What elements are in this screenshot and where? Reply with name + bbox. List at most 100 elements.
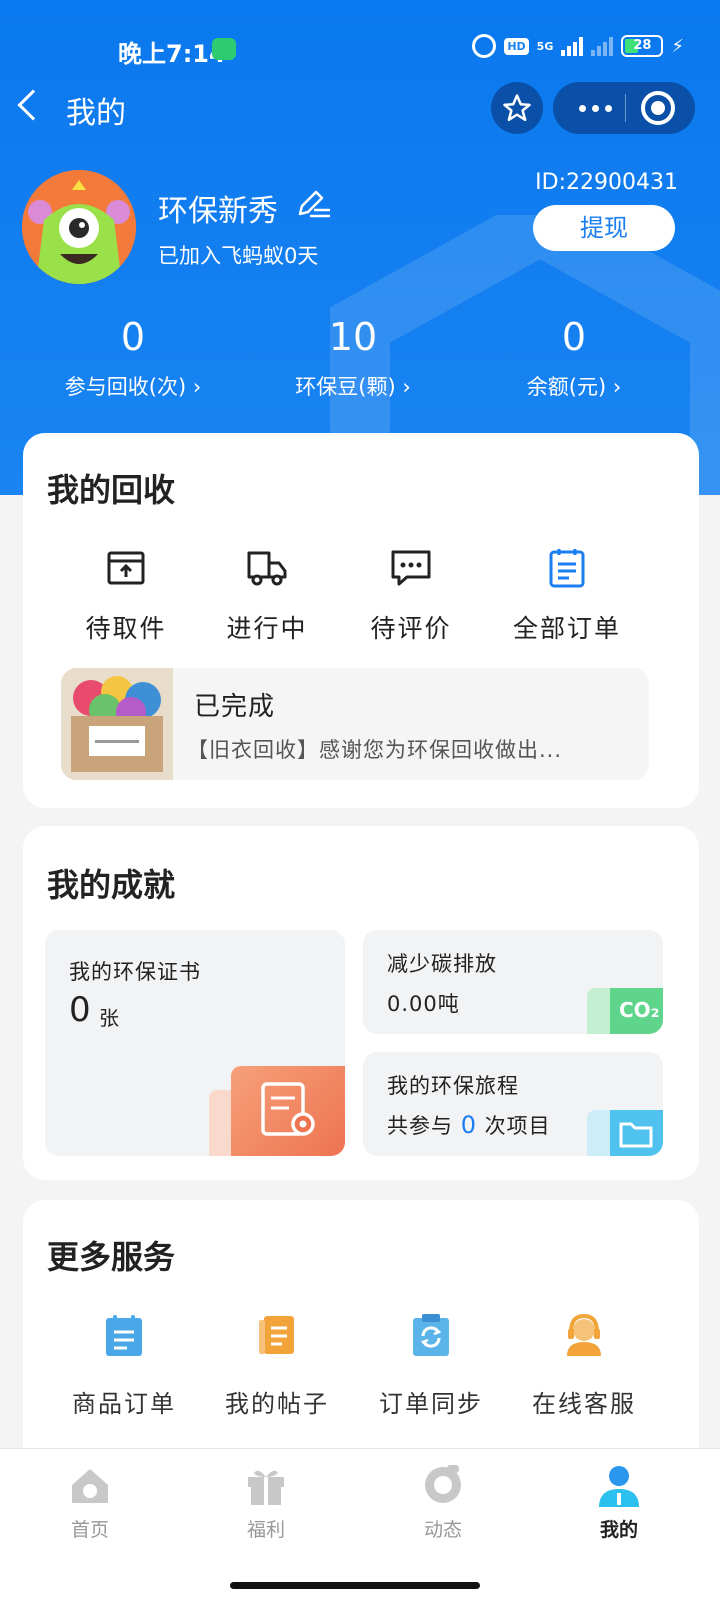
signal-icon <box>561 36 584 56</box>
online-support[interactable]: 在线客服 <box>506 1312 662 1419</box>
target-icon[interactable] <box>641 91 675 125</box>
charging-icon: ⚡ <box>671 35 684 57</box>
journey-count: 0 <box>460 1111 477 1139</box>
section-title: 我的成就 <box>47 866 176 904</box>
service-label: 商品订单 <box>72 1390 176 1418</box>
stat-label: 环保豆(颗) <box>233 371 473 401</box>
favorite-button[interactable] <box>491 82 543 134</box>
stat-eco-beans[interactable]: 10 环保豆(颗) <box>233 315 473 401</box>
section-title: 更多服务 <box>47 1238 176 1276</box>
tab-label: 我的 <box>599 1519 638 1541</box>
gift-icon <box>248 1470 284 1505</box>
tab-home[interactable]: 首页 <box>0 1463 180 1542</box>
stats-row: 0 参与回收(次) 10 环保豆(颗) 0 余额(元) <box>0 315 720 405</box>
stat-balance[interactable]: 0 余额(元) <box>454 315 694 401</box>
profile-icon <box>599 1466 639 1507</box>
item-label: 全部订单 <box>512 614 621 643</box>
certificate-unit: 张 <box>99 1006 119 1030</box>
co2-icon: CO₂ <box>587 988 663 1034</box>
page-title: 我的 <box>66 96 126 131</box>
order-icon <box>106 1315 142 1356</box>
all-orders[interactable]: 全部订单 <box>499 545 635 645</box>
stat-value: 0 <box>120 315 146 359</box>
tab-label: 首页 <box>70 1519 109 1541</box>
withdraw-button[interactable]: 提现 <box>533 205 675 251</box>
pending-pickup[interactable]: 待取件 <box>66 545 186 645</box>
stat-value: 0 <box>561 315 587 359</box>
certificate-count: 0 <box>69 990 91 1030</box>
monster-avatar-icon <box>22 170 136 284</box>
clipboard-icon <box>549 549 585 588</box>
star-icon <box>503 94 531 122</box>
folder-icon <box>587 1110 663 1156</box>
eco-journey-tile[interactable]: 我的环保旅程 共参与 0 次项目 <box>363 1052 663 1156</box>
post-icon <box>259 1316 294 1354</box>
stat-value: 10 <box>328 315 378 359</box>
stat-label: 余额(元) <box>454 371 694 401</box>
section-title: 我的回收 <box>47 471 176 509</box>
tab-welfare[interactable]: 福利 <box>176 1463 356 1542</box>
status-time: 晚上7:14 <box>118 40 226 68</box>
nav-bar: 我的 <box>0 82 720 136</box>
certificate-tile[interactable]: 我的环保证书 0 张 <box>45 930 345 1156</box>
tab-label: 福利 <box>246 1519 285 1541</box>
service-label: 订单同步 <box>379 1390 483 1418</box>
miniprogram-capsule <box>553 82 695 134</box>
carbon-value: 0.00吨 <box>387 992 460 1016</box>
product-orders[interactable]: 商品订单 <box>46 1312 202 1419</box>
pending-review[interactable]: 待评价 <box>351 545 471 645</box>
order-description: 【旧衣回收】感谢您为环保回收做出... <box>187 738 563 762</box>
support-icon <box>567 1313 601 1356</box>
feed-icon <box>425 1465 461 1503</box>
hd-badge: HD <box>504 37 529 55</box>
truck-icon <box>247 551 287 586</box>
order-status: 已完成 <box>194 692 276 722</box>
bottom-tab-bar: 首页 福利 动态 我的 <box>0 1448 720 1600</box>
carbon-reduction-tile[interactable]: 减少碳排放 0.00吨 CO₂ <box>363 930 663 1034</box>
sync-icon <box>413 1314 449 1356</box>
in-progress[interactable]: 进行中 <box>207 545 327 645</box>
edit-icon[interactable] <box>296 188 332 220</box>
home-indicator <box>230 1582 480 1589</box>
user-id: ID:22900431 <box>535 170 678 195</box>
battery-icon: 28 <box>621 35 664 57</box>
co2-badge: CO₂ <box>619 998 660 1022</box>
network-label: 5G <box>536 39 554 53</box>
certificate-title: 我的环保证书 <box>69 960 201 984</box>
my-recycle-card: 我的回收 待取件 进行中 待评价 全部订单 已完成 【旧衣回收】感谢您为环保回收… <box>23 433 699 808</box>
tab-feed[interactable]: 动态 <box>353 1463 533 1542</box>
comment-icon <box>391 550 431 586</box>
item-label: 待取件 <box>85 614 167 643</box>
tab-profile[interactable]: 我的 <box>529 1463 709 1542</box>
alarm-icon <box>472 34 497 58</box>
latest-order[interactable]: 已完成 【旧衣回收】感谢您为环保回收做出... <box>61 668 649 780</box>
journey-suffix: 次项目 <box>484 1114 551 1138</box>
journey-summary: 共参与 0 次项目 <box>387 1110 551 1140</box>
avatar[interactable] <box>22 170 136 284</box>
journey-title: 我的环保旅程 <box>387 1074 519 1098</box>
service-label: 在线客服 <box>532 1390 636 1418</box>
journey-prefix: 共参与 <box>387 1114 453 1138</box>
signal-2-icon <box>591 36 614 56</box>
stat-label: 参与回收(次) <box>13 371 253 401</box>
join-days: 已加入飞蚂蚁0天 <box>158 244 319 268</box>
item-label: 待评价 <box>370 614 452 643</box>
tab-label: 动态 <box>423 1519 462 1541</box>
package-icon <box>107 551 145 585</box>
status-bar: 晚上7:14 HD 5G 28 ⚡ <box>0 30 720 70</box>
achievements-card: 我的成就 我的环保证书 0 张 减少碳排放 0.00吨 CO₂ 我的环保旅程 共… <box>23 826 699 1180</box>
my-posts[interactable]: 我的帖子 <box>199 1312 355 1419</box>
carbon-title: 减少碳排放 <box>387 952 497 976</box>
clothes-box-thumbnail <box>61 668 173 780</box>
home-icon <box>72 1469 108 1503</box>
certificate-badge <box>231 1066 345 1156</box>
back-icon[interactable] <box>17 89 49 121</box>
stat-recycle-count[interactable]: 0 参与回收(次) <box>13 315 253 401</box>
item-label: 进行中 <box>226 614 308 643</box>
user-name: 环保新秀 <box>158 194 278 229</box>
order-sync[interactable]: 订单同步 <box>353 1312 509 1419</box>
wechat-icon <box>212 38 236 60</box>
battery-level: 28 <box>633 38 652 53</box>
service-label: 我的帖子 <box>225 1390 329 1418</box>
more-icon[interactable] <box>579 105 612 112</box>
